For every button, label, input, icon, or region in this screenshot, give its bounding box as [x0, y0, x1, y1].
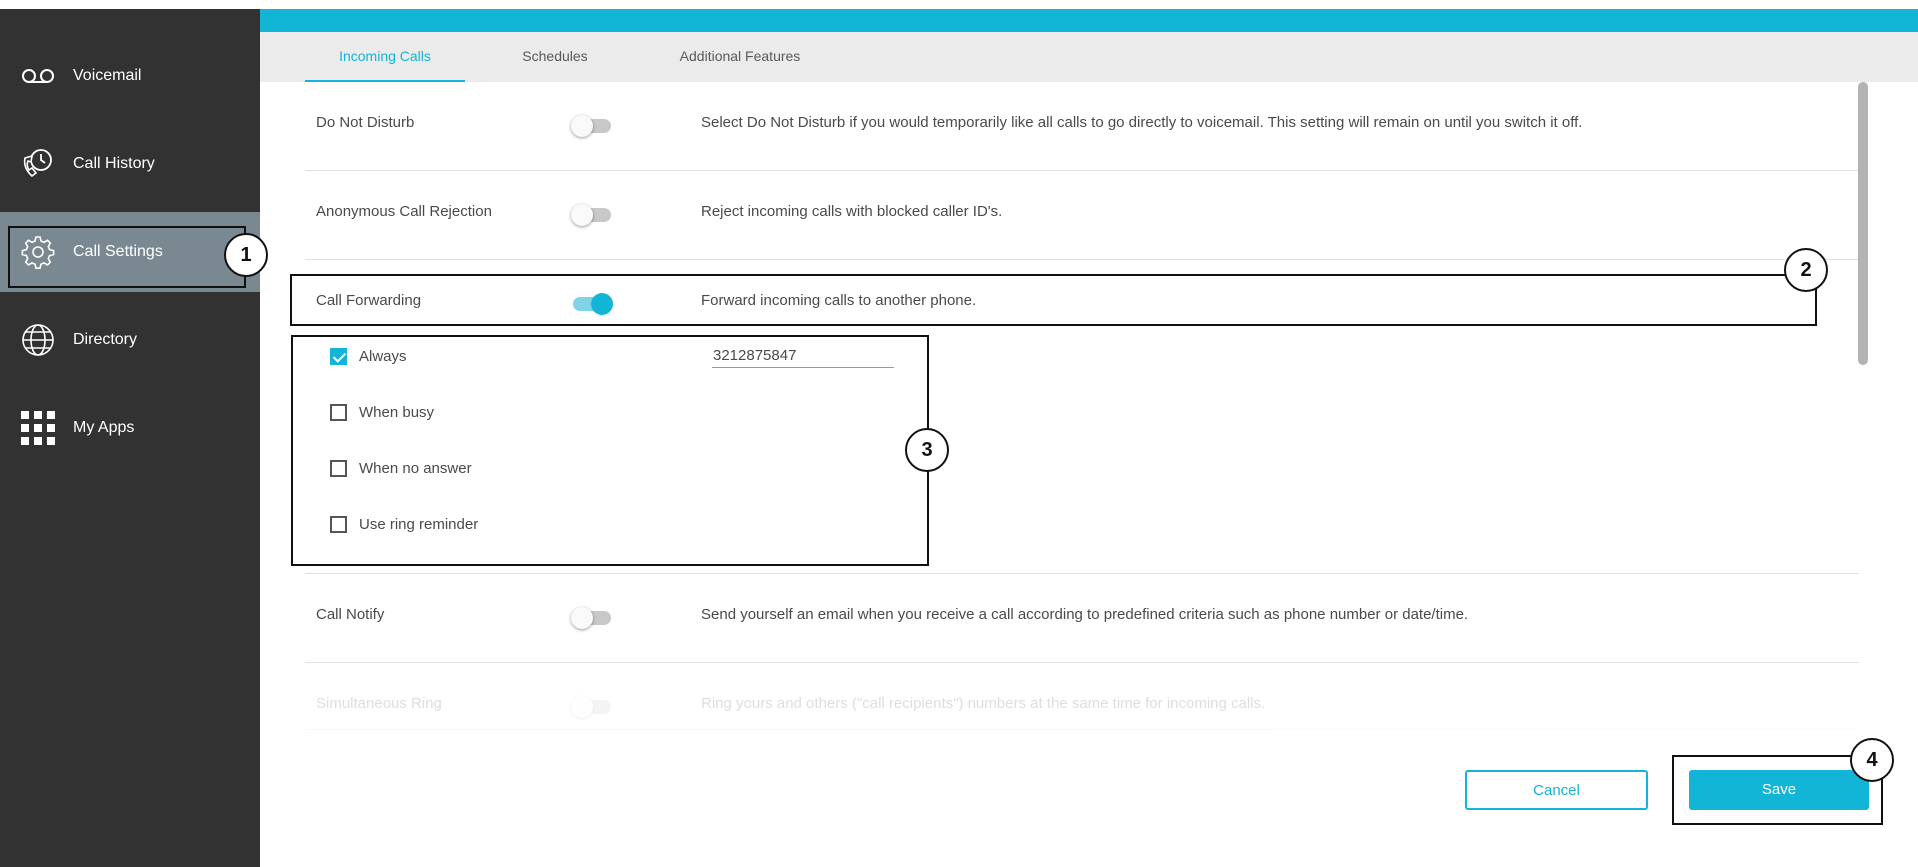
toggle-knob [591, 293, 613, 315]
top-accent-bar [240, 9, 1918, 32]
setting-description: Select Do Not Disturb if you would tempo… [701, 114, 1583, 131]
sidebar-item-my-apps[interactable]: My Apps [0, 388, 260, 468]
checkbox-label: Use ring reminder [359, 515, 479, 533]
checkbox-when-busy[interactable]: When busy [330, 400, 434, 424]
save-button[interactable]: Save [1689, 770, 1869, 810]
forward-number-input[interactable] [712, 343, 894, 368]
setting-row-simultaneous-ring: Simultaneous Ring Ring yours and others … [305, 663, 1859, 730]
annotation-badge-4: 4 [1850, 738, 1894, 782]
simultaneous-ring-toggle[interactable] [571, 696, 611, 718]
sidebar: Voicemail Call History Call Settings Dir… [0, 9, 260, 867]
annotation-box-1 [8, 226, 246, 288]
checkbox[interactable] [330, 347, 347, 365]
sidebar-item-label: Voicemail [73, 67, 142, 84]
setting-description: Send yourself an email when you receive … [701, 606, 1469, 623]
annotation-badge-2: 2 [1784, 248, 1828, 292]
checkbox-use-ring-reminder[interactable]: Use ring reminder [330, 512, 478, 536]
checkbox-label: Always [359, 347, 407, 365]
sidebar-item-label: Call History [73, 155, 155, 172]
content-scrollbar[interactable] [1858, 82, 1868, 365]
tab-schedules[interactable]: Schedules [490, 32, 620, 82]
sidebar-item-voicemail[interactable]: Voicemail [0, 36, 260, 116]
setting-description: Reject incoming calls with blocked calle… [701, 203, 1003, 220]
checkbox[interactable] [330, 515, 347, 533]
sidebar-item-call-settings[interactable]: Call Settings [0, 212, 260, 292]
tab-incoming-calls[interactable]: Incoming Calls [305, 32, 465, 82]
checkbox[interactable] [330, 403, 347, 421]
sidebar-item-directory[interactable]: Directory [0, 300, 260, 380]
sidebar-item-call-history[interactable]: Call History [0, 124, 260, 204]
tab-additional-features[interactable]: Additional Features [640, 32, 840, 82]
globe-icon [22, 324, 54, 356]
call-notify-toggle[interactable] [571, 607, 611, 629]
setting-description: Ring yours and others ("call recipients"… [701, 695, 1266, 712]
toggle-knob [571, 607, 593, 629]
do-not-disturb-toggle[interactable] [571, 115, 611, 137]
tab-bar: Incoming Calls Schedules Additional Feat… [260, 32, 1918, 82]
setting-row-do-not-disturb: Do Not Disturb Select Do Not Disturb if … [305, 82, 1859, 171]
setting-description: Forward incoming calls to another phone. [701, 292, 977, 309]
toggle-knob [571, 115, 593, 137]
call-history-icon [23, 149, 52, 178]
checkbox-always[interactable]: Always [330, 344, 407, 368]
toggle-knob [571, 204, 593, 226]
annotation-badge-3: 3 [905, 428, 949, 472]
toggle-knob [571, 696, 593, 718]
checkbox-label: When busy [359, 403, 435, 421]
setting-label: Call Notify [316, 606, 385, 623]
voicemail-icon [22, 69, 54, 83]
checkbox-when-no-answer[interactable]: When no answer [330, 456, 472, 480]
setting-row-call-notify: Call Notify Send yourself an email when … [305, 574, 1859, 663]
setting-label: Simultaneous Ring [316, 695, 442, 712]
checkbox[interactable] [330, 459, 347, 477]
sidebar-item-label: Directory [73, 331, 138, 348]
apps-grid-icon [21, 411, 55, 445]
setting-label: Call Forwarding [316, 292, 422, 309]
sidebar-item-label: My Apps [73, 419, 135, 436]
setting-label: Anonymous Call Rejection [316, 203, 492, 220]
setting-label: Do Not Disturb [316, 114, 415, 131]
setting-row-anonymous-call-rejection: Anonymous Call Rejection Reject incoming… [305, 171, 1859, 260]
anonymous-call-rejection-toggle[interactable] [571, 204, 611, 226]
checkbox-label: When no answer [359, 459, 472, 477]
cancel-button[interactable]: Cancel [1465, 770, 1648, 810]
call-forwarding-toggle[interactable] [573, 293, 613, 315]
annotation-badge-1: 1 [224, 233, 268, 277]
setting-row-call-forwading: Call Forwarding Forward incoming calls t… [305, 260, 1859, 574]
